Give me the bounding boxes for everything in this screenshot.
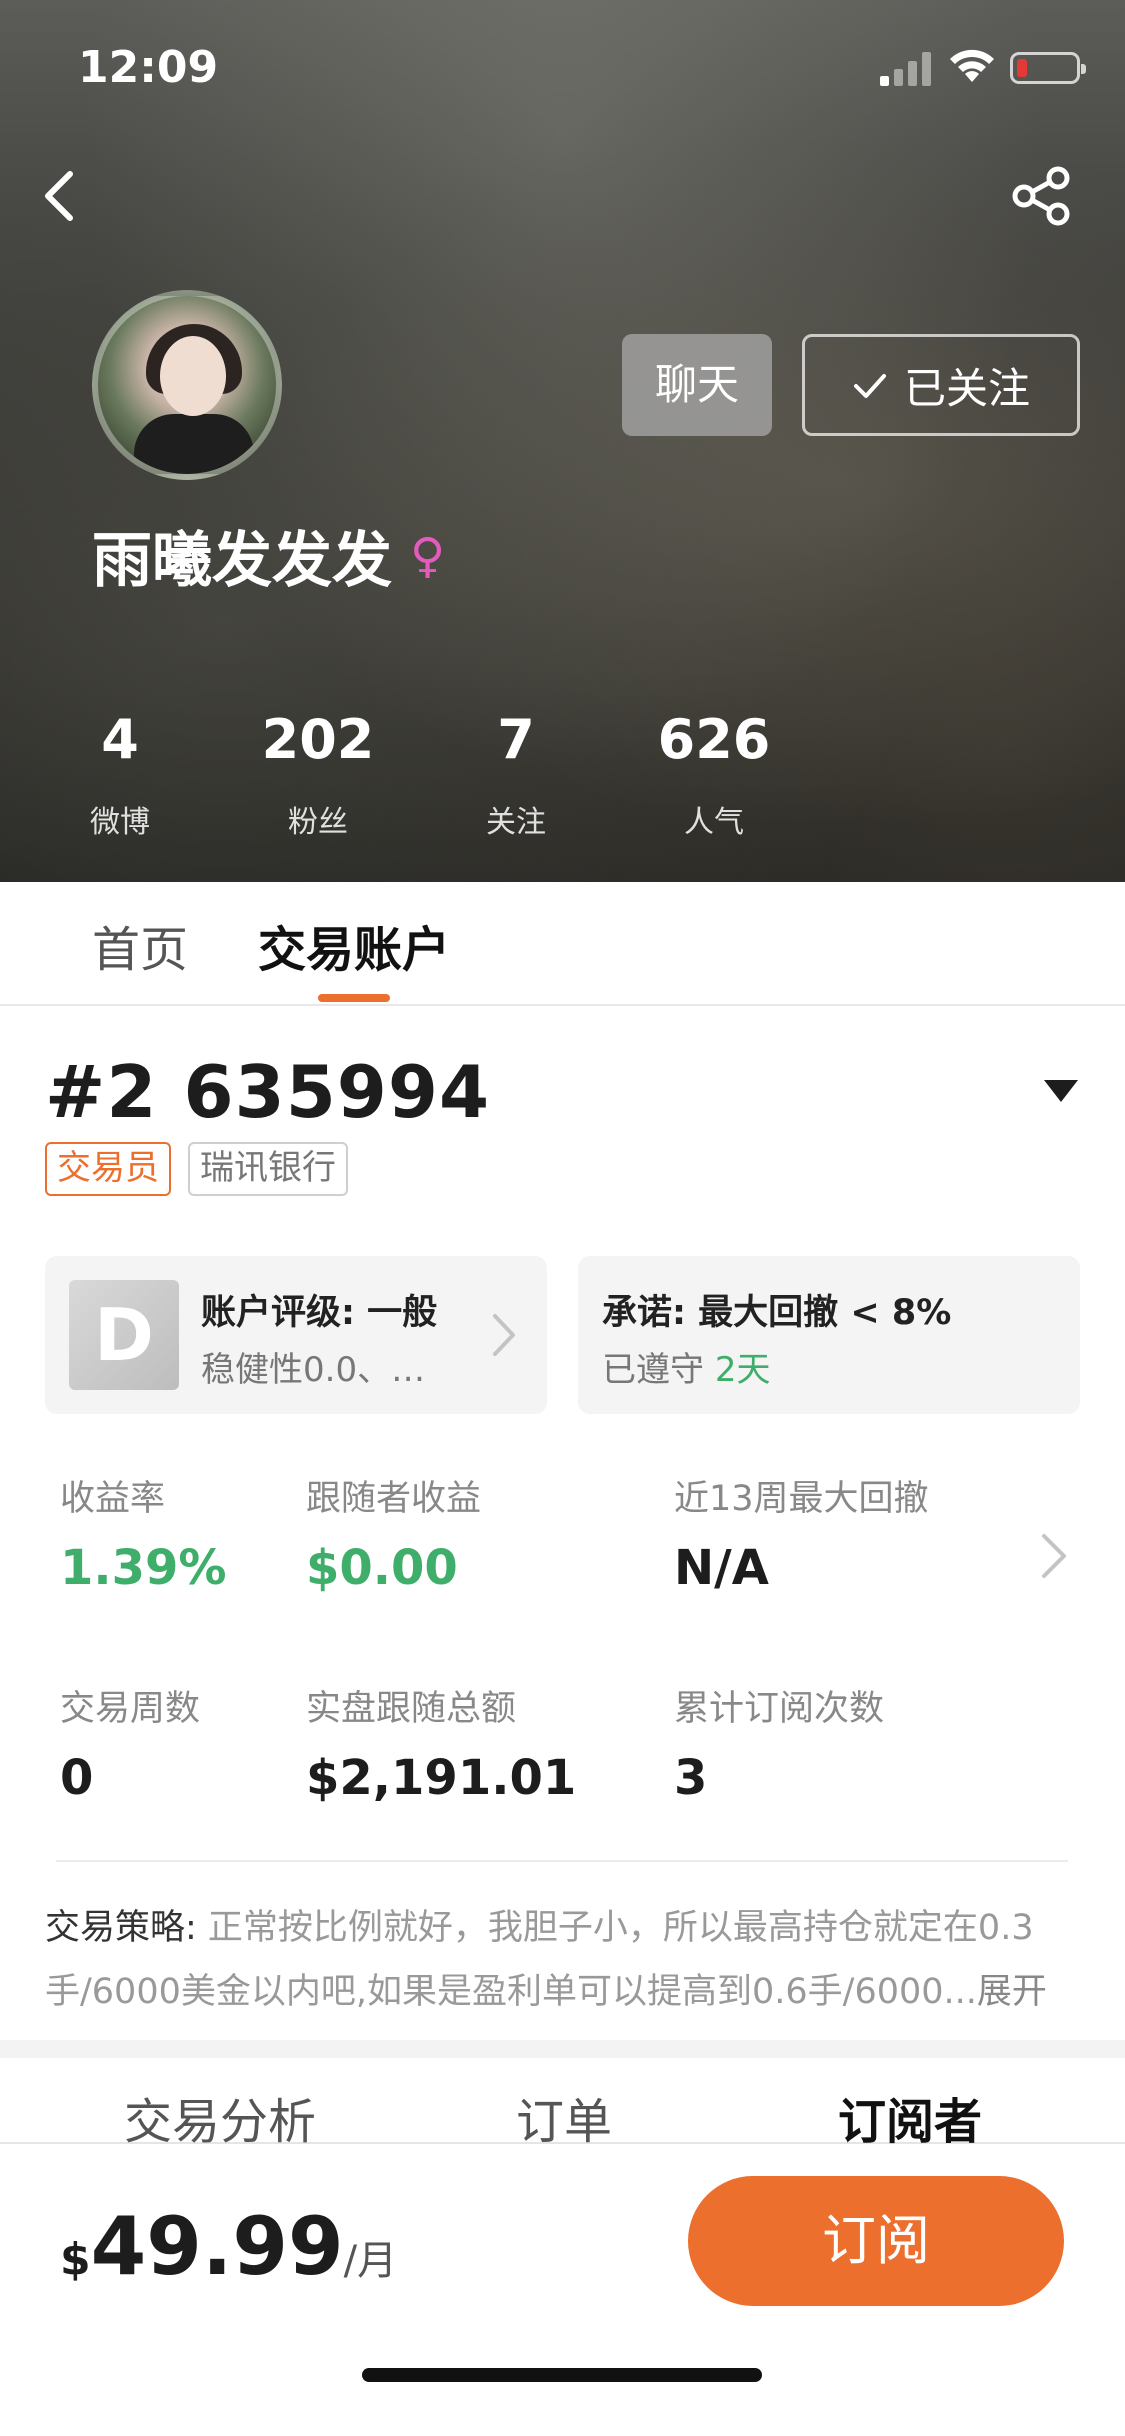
subscribe-button[interactable]: 订阅 (688, 2176, 1064, 2306)
profile-header: 12:09 聊天 已关注 雨曦发发发 ♀ 4 微博 202 粉丝 7 关注 62… (0, 0, 1125, 882)
account-sub-tabs: 交易分析 订单 订阅者 (0, 2058, 1125, 2150)
stat-label: 人气 (684, 805, 744, 840)
section-separator (0, 2040, 1125, 2058)
status-time: 12:09 (78, 42, 219, 93)
promise-prefix: 已遵守 (602, 1350, 715, 1390)
tab-indicator (318, 994, 390, 1002)
metric-value-follow-total: $2,191.01 (306, 1750, 577, 1806)
check-icon (853, 374, 886, 398)
price-amount: 49.99 (90, 2200, 344, 2293)
stat-popularity: 626 人气 (634, 705, 794, 841)
stat-value: 202 (261, 708, 375, 771)
avatar-face (160, 336, 226, 416)
profile-tabs: 首页 交易账户 (0, 882, 1125, 1006)
female-icon: ♀ (410, 527, 446, 584)
account-id: #2 635994 (45, 1050, 491, 1134)
tab-subscribers[interactable]: 订阅者 (838, 2082, 982, 2152)
username: 雨曦发发发 ♀ (92, 512, 445, 599)
metric-label-follow-total: 实盘跟随总额 (306, 1689, 517, 1729)
username-text: 雨曦发发发 (92, 526, 392, 596)
stat-label: 关注 (486, 805, 546, 840)
subscription-price: $49.99/月 (60, 2200, 397, 2293)
battery-level (1017, 59, 1027, 77)
stat-fans[interactable]: 202 粉丝 (238, 705, 398, 841)
rating-title: 账户评级: 一般 (201, 1293, 438, 1333)
divider (56, 1860, 1068, 1862)
account-rating-card[interactable]: D 账户评级: 一般 稳健性0.0、… (45, 1256, 547, 1414)
promise-days: 2天 (714, 1350, 771, 1390)
rating-grade-badge: D (69, 1280, 179, 1390)
avatar[interactable] (92, 290, 282, 480)
metric-label-return: 收益率 (60, 1479, 166, 1519)
trading-strategy: 交易策略: 正常按比例就好，我胆子小，所以最高持仓就定在0.3手/6000美金以… (45, 1896, 1085, 2024)
battery-icon (1010, 52, 1086, 84)
metric-label-trade-weeks: 交易周数 (60, 1689, 201, 1729)
metric-value-follower-profit: $0.00 (306, 1540, 458, 1596)
metric-label-follower-profit: 跟随者收益 (306, 1479, 482, 1519)
tab-orders[interactable]: 订单 (516, 2082, 612, 2152)
metric-value-max-drawdown: N/A (674, 1540, 769, 1596)
promise-title: 承诺: 最大回撤 < 8% (602, 1293, 952, 1333)
promise-subtitle: 已遵守 2天 (602, 1342, 770, 1391)
stat-weibo[interactable]: 4 微博 (40, 705, 200, 841)
promise-card: 承诺: 最大回撤 < 8% 已遵守 2天 (578, 1256, 1080, 1414)
chevron-right-icon[interactable] (1038, 1528, 1070, 1584)
follow-label: 已关注 (903, 363, 1030, 413)
tab-trading-account[interactable]: 交易账户 (258, 910, 450, 980)
stat-following[interactable]: 7 关注 (436, 705, 596, 841)
metric-value-return: 1.39% (60, 1540, 227, 1596)
strategy-label: 交易策略: (45, 1908, 208, 1948)
signal-icon (880, 52, 931, 86)
dropdown-triangle-icon[interactable] (1042, 1078, 1080, 1104)
bottom-bar: $49.99/月 订阅 (0, 2146, 1125, 2436)
tab-home[interactable]: 首页 (92, 910, 188, 980)
chat-button[interactable]: 聊天 (622, 334, 772, 436)
stat-label: 微博 (90, 805, 150, 840)
chevron-right-icon (493, 1314, 515, 1356)
status-bar: 12:09 (0, 0, 1125, 140)
expand-link[interactable]: 展开 (977, 1972, 1047, 2012)
price-currency: $ (60, 2234, 91, 2285)
tab-trade-analysis[interactable]: 交易分析 (124, 2082, 316, 2152)
share-icon[interactable] (1010, 160, 1074, 232)
metric-label-subscriptions: 累计订阅次数 (674, 1689, 885, 1729)
metric-value-trade-weeks: 0 (60, 1750, 94, 1806)
follow-button[interactable]: 已关注 (802, 334, 1080, 436)
stat-value: 4 (101, 708, 139, 771)
stat-label: 粉丝 (288, 805, 348, 840)
stat-value: 626 (657, 708, 771, 771)
price-unit: /月 (343, 2238, 398, 2284)
avatar-body (134, 414, 254, 474)
stat-value: 7 (497, 708, 535, 771)
metric-value-subscriptions: 3 (674, 1750, 708, 1806)
tag-bank: 瑞讯银行 (188, 1142, 348, 1196)
back-icon[interactable] (36, 160, 84, 232)
home-indicator (362, 2368, 762, 2382)
metric-label-max-drawdown: 近13周最大回撤 (674, 1479, 929, 1519)
tag-trader: 交易员 (45, 1142, 171, 1196)
wifi-icon (950, 49, 994, 82)
rating-subtitle: 稳健性0.0、… (201, 1350, 426, 1390)
